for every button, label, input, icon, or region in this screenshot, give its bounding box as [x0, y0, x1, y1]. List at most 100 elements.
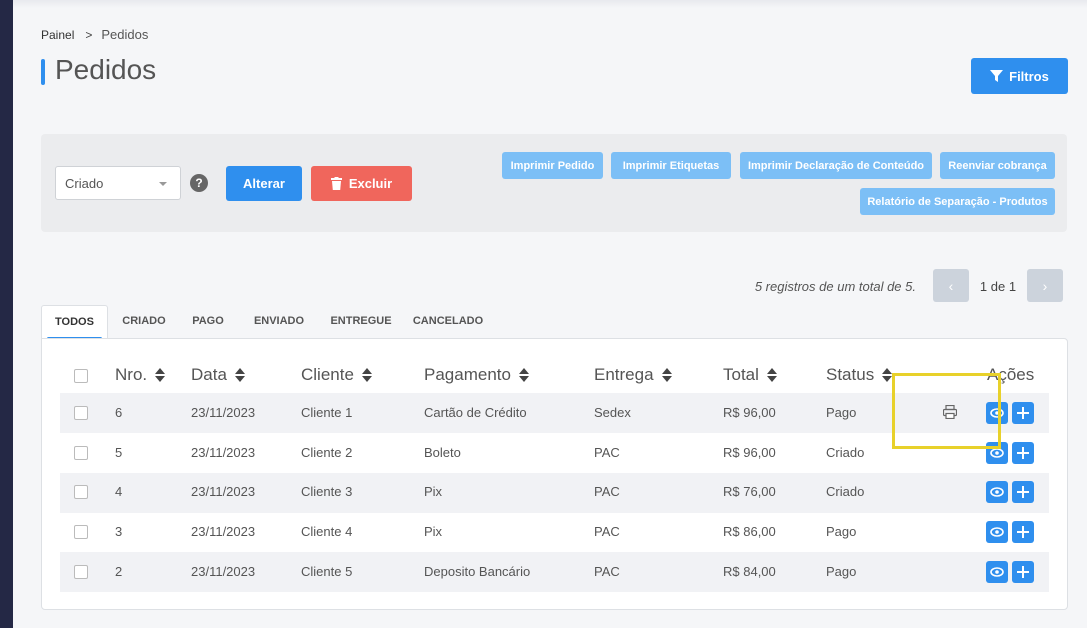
- column-header-nro[interactable]: Nro.: [115, 365, 166, 385]
- row-checkbox[interactable]: [74, 446, 88, 460]
- pager-next-button[interactable]: ›: [1027, 269, 1063, 302]
- sort-icon: [155, 368, 166, 382]
- excluir-button[interactable]: Excluir: [311, 166, 412, 201]
- column-header-pagamento[interactable]: Pagamento: [424, 365, 529, 385]
- breadcrumb-root[interactable]: Painel: [41, 28, 74, 42]
- column-header-label: Nro.: [115, 365, 148, 384]
- tab-pago[interactable]: PAGO: [179, 305, 237, 339]
- add-button[interactable]: [1012, 402, 1034, 424]
- plus-icon: [1017, 526, 1029, 538]
- cell-total: R$ 84,00: [723, 564, 776, 579]
- eye-icon: [990, 448, 1004, 458]
- imprimir-pedido-button[interactable]: Imprimir Pedido: [502, 152, 603, 179]
- select-all-checkbox[interactable]: [74, 369, 88, 383]
- column-header-cliente[interactable]: Cliente: [301, 365, 372, 385]
- tab-enviado[interactable]: ENVIADO: [237, 305, 321, 339]
- chevron-right-icon: ›: [1042, 277, 1048, 294]
- column-header-total[interactable]: Total: [723, 365, 777, 385]
- reenviar-cobranca-button[interactable]: Reenviar cobrança: [940, 152, 1055, 179]
- column-header-label: Status: [826, 365, 875, 384]
- plus-icon: [1017, 566, 1029, 578]
- sort-icon: [361, 368, 372, 382]
- sort-icon: [766, 368, 777, 382]
- cell-nro: 2: [115, 564, 123, 579]
- row-checkbox[interactable]: [74, 485, 88, 499]
- add-button[interactable]: [1012, 442, 1034, 464]
- column-header-label: Entrega: [594, 365, 654, 384]
- imprimir-declaracao-label: Imprimir Declaração de Conteúdo: [747, 159, 925, 172]
- cell-entrega: PAC: [594, 524, 620, 539]
- breadcrumb-separator: >: [85, 27, 93, 42]
- help-icon[interactable]: ?: [190, 174, 208, 192]
- cell-cliente: Cliente 3: [301, 484, 353, 499]
- filters-button-label: Filtros: [1009, 68, 1049, 84]
- relatorio-separacao-button[interactable]: Relatório de Separação - Produtos: [860, 188, 1055, 215]
- plus-icon: [1017, 447, 1029, 459]
- cell-cliente: Cliente 1: [301, 405, 353, 420]
- cell-nro: 3: [115, 524, 123, 539]
- top-shadow: [13, 0, 1087, 8]
- left-sidebar-strip: [0, 0, 13, 628]
- sort-icon: [518, 368, 529, 382]
- imprimir-etiquetas-button[interactable]: Imprimir Etiquetas: [611, 152, 731, 179]
- cell-entrega: PAC: [594, 484, 620, 499]
- view-button[interactable]: [986, 481, 1008, 503]
- tab-entregue[interactable]: ENTREGUE: [321, 305, 401, 339]
- cell-data: 23/11/2023: [191, 524, 256, 539]
- view-button[interactable]: [986, 561, 1008, 583]
- cell-nro: 4: [115, 484, 123, 499]
- relatorio-separacao-label: Relatório de Separação - Produtos: [867, 195, 1048, 208]
- cell-data: 23/11/2023: [191, 445, 256, 460]
- tab-criado[interactable]: CRIADO: [109, 305, 179, 339]
- imprimir-etiquetas-label: Imprimir Etiquetas: [622, 159, 720, 172]
- title-accent-bar: [41, 59, 45, 85]
- column-header-entrega[interactable]: Entrega: [594, 365, 672, 385]
- row-checkbox[interactable]: [74, 565, 88, 579]
- tab-cancelado[interactable]: CANCELADO: [401, 305, 495, 339]
- cell-pagamento: Cartão de Crédito: [424, 405, 527, 420]
- alterar-button[interactable]: Alterar: [226, 166, 302, 201]
- cell-entrega: PAC: [594, 564, 620, 579]
- row-checkbox[interactable]: [74, 525, 88, 539]
- pager-prev-button[interactable]: ‹: [933, 269, 969, 302]
- add-button[interactable]: [1012, 561, 1034, 583]
- add-button[interactable]: [1012, 521, 1034, 543]
- cell-nro: 5: [115, 445, 123, 460]
- trash-icon: [330, 177, 342, 190]
- add-button[interactable]: [1012, 481, 1034, 503]
- breadcrumb-current: Pedidos: [101, 27, 149, 42]
- pager-summary: 5 registros de um total de 5.: [754, 279, 916, 294]
- cell-data: 23/11/2023: [191, 564, 256, 579]
- cell-data: 23/11/2023: [191, 484, 256, 499]
- alterar-button-label: Alterar: [243, 176, 285, 191]
- eye-icon: [990, 567, 1004, 577]
- breadcrumb: Painel > Pedidos: [41, 27, 148, 42]
- filters-button[interactable]: Filtros: [971, 58, 1068, 94]
- eye-icon: [990, 487, 1004, 497]
- cell-data: 23/11/2023: [191, 405, 256, 420]
- cell-pagamento: Deposito Bancário: [424, 564, 531, 579]
- tab-todos[interactable]: TODOS: [41, 305, 108, 340]
- row-checkbox[interactable]: [74, 406, 88, 420]
- column-header-label: Pagamento: [424, 365, 511, 384]
- cell-entrega: PAC: [594, 445, 620, 460]
- cell-status: Pago: [826, 524, 857, 539]
- cell-total: R$ 96,00: [723, 405, 776, 420]
- column-header-label: Data: [191, 365, 227, 384]
- help-icon-glyph: ?: [195, 176, 203, 190]
- cell-status: Pago: [826, 405, 857, 420]
- column-header-data[interactable]: Data: [191, 365, 245, 385]
- view-button[interactable]: [986, 521, 1008, 543]
- sort-icon: [882, 368, 893, 382]
- imprimir-declaracao-button[interactable]: Imprimir Declaração de Conteúdo: [740, 152, 932, 179]
- column-header-status[interactable]: Status: [826, 365, 893, 385]
- cell-status: Criado: [826, 445, 865, 460]
- status-select[interactable]: Criado: [55, 166, 181, 200]
- sort-icon: [234, 368, 245, 382]
- eye-icon: [990, 527, 1004, 537]
- reenviar-cobranca-label: Reenviar cobrança: [948, 159, 1047, 172]
- cell-nro: 6: [115, 405, 123, 420]
- cell-total: R$ 76,00: [723, 484, 776, 499]
- cell-pagamento: Pix: [424, 524, 443, 539]
- plus-icon: [1017, 407, 1029, 419]
